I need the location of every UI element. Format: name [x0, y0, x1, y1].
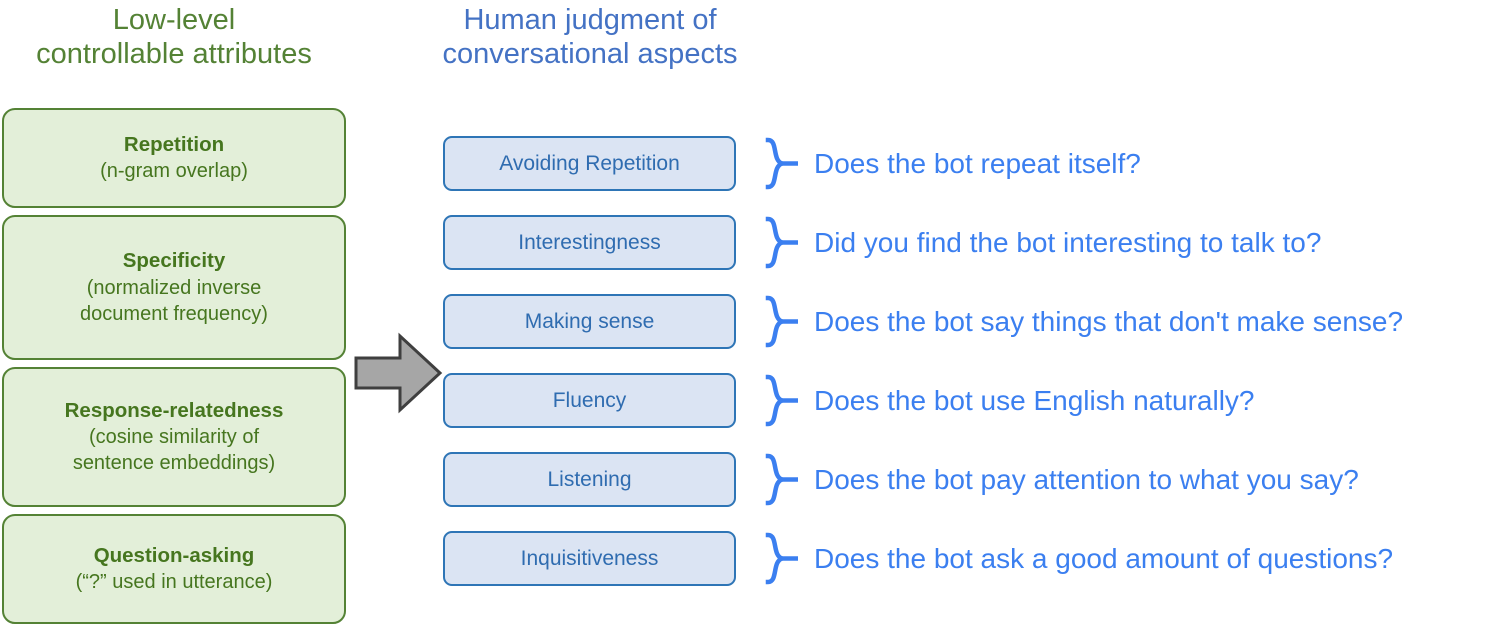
curly-brace-icon — [758, 452, 812, 507]
aspect-question: Does the bot repeat itself? — [814, 147, 1141, 179]
aspect-row: Listening Does the bot pay attention to … — [443, 452, 1498, 507]
attribute-subtitle: (“?” used in utterance) — [75, 571, 273, 594]
attribute-subtitle: (n-gram overlap) — [100, 160, 248, 183]
attributes-column: Repetition (n-gram overlap) Specificity … — [2, 108, 346, 631]
aspect-question: Does the bot ask a good amount of questi… — [814, 542, 1394, 574]
attribute-subtitle: (normalized inverse document frequency) — [80, 276, 268, 325]
curly-brace-icon — [758, 294, 812, 349]
curly-brace-icon — [758, 136, 812, 191]
attribute-box-question-asking[interactable]: Question-asking (“?” used in utterance) — [2, 514, 346, 624]
aspects-column: Avoiding Repetition Does the bot repeat … — [443, 136, 1498, 610]
aspect-row: Fluency Does the bot use English natural… — [443, 373, 1498, 428]
aspect-label: Interestingness — [518, 230, 661, 254]
attribute-title: Repetition — [123, 132, 225, 156]
curly-brace-icon — [758, 373, 812, 428]
aspect-row: Interestingness Did you find the bot int… — [443, 215, 1498, 270]
left-column-header: Low-level controllable attributes — [36, 4, 312, 70]
attribute-box-repetition[interactable]: Repetition (n-gram overlap) — [2, 108, 346, 208]
aspect-box-making-sense[interactable]: Making sense — [443, 294, 736, 349]
right-arrow-icon — [352, 332, 444, 414]
aspect-question: Does the bot say things that don't make … — [814, 305, 1404, 337]
aspect-box-avoiding-repetition[interactable]: Avoiding Repetition — [443, 136, 736, 191]
attribute-box-specificity[interactable]: Specificity (normalized inverse document… — [2, 215, 346, 360]
aspect-label: Inquisitiveness — [520, 546, 659, 570]
aspect-question: Does the bot pay attention to what you s… — [814, 463, 1359, 495]
attribute-title: Response-relatedness — [64, 398, 284, 422]
attribute-box-response-relatedness[interactable]: Response-relatedness (cosine similarity … — [2, 367, 346, 507]
aspect-row: Inquisitiveness Does the bot ask a good … — [443, 531, 1498, 586]
curly-brace-icon — [758, 215, 812, 270]
aspect-box-inquisitiveness[interactable]: Inquisitiveness — [443, 531, 736, 586]
aspect-box-fluency[interactable]: Fluency — [443, 373, 736, 428]
curly-brace-icon — [758, 531, 812, 586]
aspect-label: Avoiding Repetition — [499, 151, 680, 175]
aspect-row: Avoiding Repetition Does the bot repeat … — [443, 136, 1498, 191]
attribute-title: Specificity — [122, 249, 226, 273]
aspect-label: Listening — [547, 467, 632, 491]
aspect-row: Making sense Does the bot say things tha… — [443, 294, 1498, 349]
aspect-box-listening[interactable]: Listening — [443, 452, 736, 507]
aspect-box-interestingness[interactable]: Interestingness — [443, 215, 736, 270]
aspect-label: Making sense — [524, 309, 655, 333]
attribute-subtitle: (cosine similarity of sentence embedding… — [72, 426, 276, 475]
aspect-label: Fluency — [552, 388, 627, 412]
aspect-question: Did you find the bot interesting to talk… — [814, 226, 1322, 258]
right-column-header: Human judgment of conversational aspects — [442, 4, 738, 70]
aspect-question: Does the bot use English naturally? — [814, 384, 1255, 416]
attribute-title: Question-asking — [93, 543, 255, 567]
